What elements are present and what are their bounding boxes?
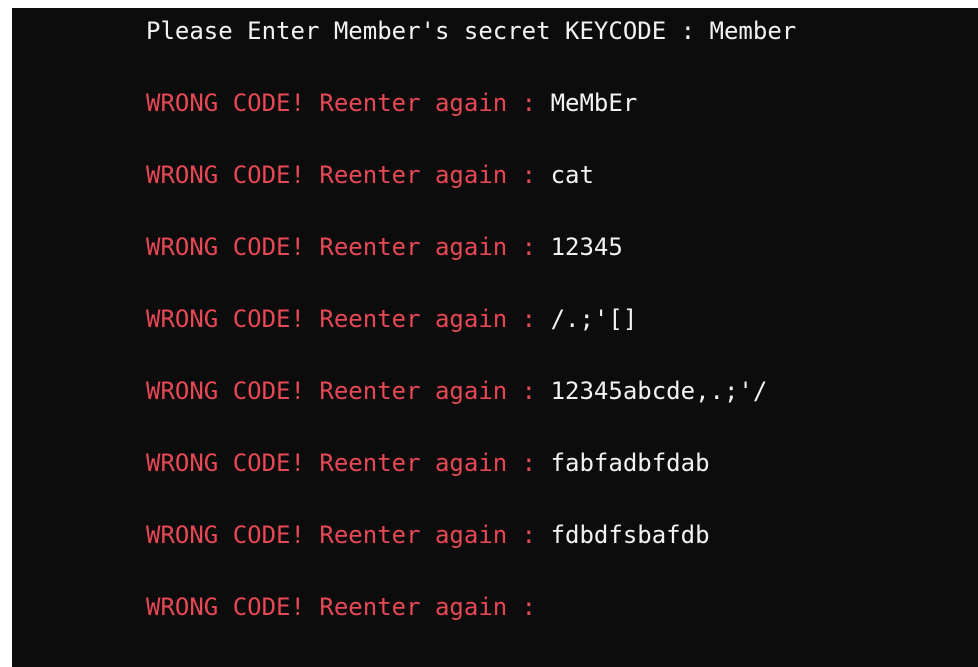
console-window[interactable]: Please Enter Member's secret KEYCODE : M… (12, 8, 978, 667)
retry-prompt-label: WRONG CODE! Reenter again : (146, 89, 551, 117)
retry-line: WRONG CODE! Reenter again : cat (146, 160, 594, 190)
keycode-input-echo: Member (709, 17, 797, 45)
retry-input-echo: fabfadbfdab (550, 449, 710, 477)
retry-prompt-label: WRONG CODE! Reenter again : (146, 161, 551, 189)
keycode-prompt-label: Please Enter Member's secret KEYCODE : (146, 17, 710, 45)
retry-line: WRONG CODE! Reenter again : MeMbEr (146, 88, 637, 118)
retry-prompt-label: WRONG CODE! Reenter again : (146, 377, 551, 405)
retry-prompt-label: WRONG CODE! Reenter again : (146, 449, 551, 477)
keycode-prompt-line: Please Enter Member's secret KEYCODE : M… (146, 16, 796, 46)
retry-line: WRONG CODE! Reenter again : fdbdfsbafdb (146, 520, 710, 550)
retry-line: WRONG CODE! Reenter again : /.;'[] (146, 304, 637, 334)
retry-line: WRONG CODE! Reenter again : fabfadbfdab (146, 448, 710, 478)
retry-input-echo: fdbdfsbafdb (550, 521, 710, 549)
retry-line: WRONG CODE! Reenter again : 12345abcde,.… (146, 376, 767, 406)
active-retry-line[interactable]: WRONG CODE! Reenter again : (146, 592, 551, 622)
retry-input-echo: 12345 (550, 233, 623, 261)
retry-input-echo: cat (550, 161, 594, 189)
screenshot-frame: Please Enter Member's secret KEYCODE : M… (0, 0, 978, 667)
retry-prompt-label: WRONG CODE! Reenter again : (146, 521, 551, 549)
retry-prompt-label: WRONG CODE! Reenter again : (146, 593, 551, 621)
retry-input-echo: 12345abcde,.;'/ (550, 377, 768, 405)
retry-prompt-label: WRONG CODE! Reenter again : (146, 305, 551, 333)
retry-input-echo: /.;'[] (550, 305, 638, 333)
retry-input-echo: MeMbEr (550, 89, 638, 117)
retry-line: WRONG CODE! Reenter again : 12345 (146, 232, 623, 262)
retry-prompt-label: WRONG CODE! Reenter again : (146, 233, 551, 261)
